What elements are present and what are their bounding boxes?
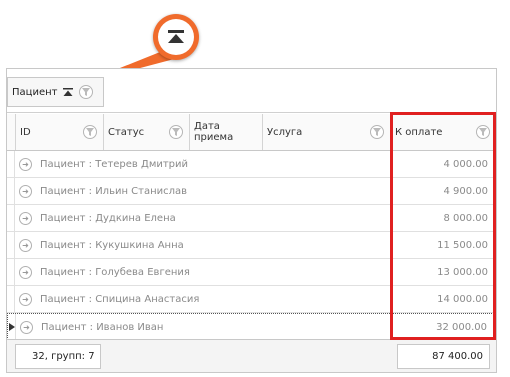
group-label: Пациент : Спицина Анастасия (40, 293, 200, 305)
current-row-icon (9, 323, 15, 331)
column-header-date[interactable]: Дата приема (190, 114, 263, 150)
group-label: Пациент : Кукушкина Анна (40, 239, 184, 251)
data-grid: Пациент ID Статус Дата приема Услуга К о… (6, 68, 497, 373)
group-label: Пациент : Иванов Иван (41, 321, 164, 333)
filter-icon[interactable] (370, 125, 384, 139)
expand-icon[interactable]: ➜ (19, 238, 32, 252)
filter-icon[interactable] (476, 125, 490, 139)
filter-icon[interactable] (169, 125, 183, 139)
column-header-id[interactable]: ID (16, 114, 104, 150)
group-row-focused[interactable]: ➜ Пациент : Иванов Иван 32 000.00 (7, 313, 496, 340)
group-chip-patient[interactable]: Пациент (7, 77, 104, 107)
column-header-row: ID Статус Дата приема Услуга К оплате (7, 114, 496, 151)
row-indicator (7, 259, 15, 285)
sort-ascending-icon[interactable] (63, 88, 74, 96)
row-indicator (7, 151, 15, 177)
expand-icon[interactable]: ➜ (19, 157, 32, 171)
group-row[interactable]: ➜ Пациент : Ильин Станислав 4 900.00 (7, 178, 496, 205)
group-label: Пациент : Голубева Евгения (40, 266, 190, 278)
row-indicator-header (7, 114, 16, 150)
column-header-service[interactable]: Услуга (263, 114, 391, 150)
group-summary-amount: 4 900.00 (443, 185, 488, 197)
column-label: К оплате (395, 126, 443, 138)
group-label: Пациент : Ильин Станислав (40, 185, 188, 197)
group-summary-amount: 14 000.00 (437, 293, 488, 305)
row-indicator (7, 205, 15, 231)
group-summary-amount: 8 000.00 (443, 212, 488, 224)
sort-ascending-icon (168, 30, 184, 43)
group-label: Пациент : Тетерев Дмитрий (40, 158, 189, 170)
footer-total: 87 400.00 (397, 344, 490, 369)
row-indicator (7, 178, 15, 204)
column-label: Статус (108, 126, 145, 138)
group-row[interactable]: ➜ Пациент : Тетерев Дмитрий 4 000.00 (7, 151, 496, 178)
column-label: Услуга (267, 126, 303, 138)
column-header-payment[interactable]: К оплате (391, 114, 496, 150)
column-header-status[interactable]: Статус (104, 114, 190, 150)
expand-icon[interactable]: ➜ (19, 184, 32, 198)
group-panel: Пациент (7, 69, 496, 113)
grid-footer: 32, групп: 7 87 400.00 (7, 339, 496, 372)
group-label: Пациент : Дудкина Елена (40, 212, 176, 224)
filter-icon[interactable] (79, 85, 94, 99)
callout-bubble (153, 14, 199, 60)
group-row[interactable]: ➜ Пациент : Кукушкина Анна 11 500.00 (7, 232, 496, 259)
group-chip-label: Пациент (12, 86, 58, 98)
column-label: ID (20, 126, 31, 138)
row-indicator (7, 232, 15, 258)
expand-icon[interactable]: ➜ (19, 211, 32, 225)
expand-icon[interactable]: ➜ (20, 320, 33, 334)
row-indicator (7, 286, 15, 312)
row-indicator (8, 314, 16, 340)
filter-icon[interactable] (83, 125, 97, 139)
group-summary-amount: 11 500.00 (437, 239, 488, 251)
group-row[interactable]: ➜ Пациент : Голубева Евгения 13 000.00 (7, 259, 496, 286)
footer-count-summary: 32, групп: 7 (15, 344, 101, 369)
group-row[interactable]: ➜ Пациент : Спицина Анастасия 14 000.00 (7, 286, 496, 313)
expand-icon[interactable]: ➜ (19, 292, 32, 306)
expand-icon[interactable]: ➜ (19, 265, 32, 279)
column-label: Дата приема (194, 121, 234, 143)
group-summary-amount: 13 000.00 (437, 266, 488, 278)
group-summary-amount: 4 000.00 (443, 158, 488, 170)
group-summary-amount: 32 000.00 (436, 321, 487, 333)
group-row[interactable]: ➜ Пациент : Дудкина Елена 8 000.00 (7, 205, 496, 232)
